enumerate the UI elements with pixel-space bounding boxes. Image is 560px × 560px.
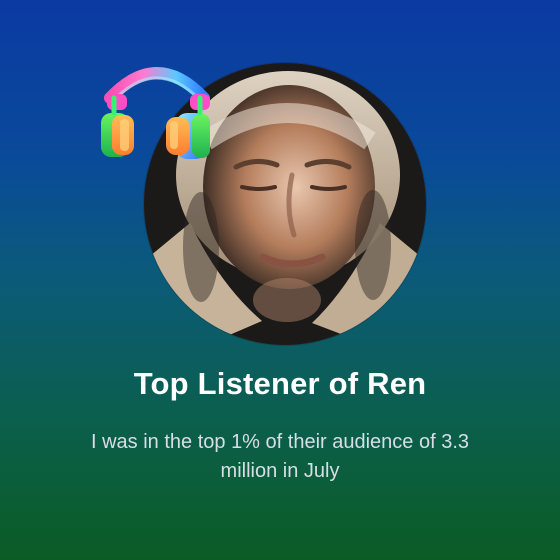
page-title: Top Listener of Ren [133,366,427,401]
subtitle-text: I was in the top 1% of their audience of… [90,431,470,482]
top-listener-card: Top Listener of Ren I was in the top 1% … [0,0,560,560]
artist-avatar-image [144,63,426,345]
artist-avatar [144,63,426,345]
